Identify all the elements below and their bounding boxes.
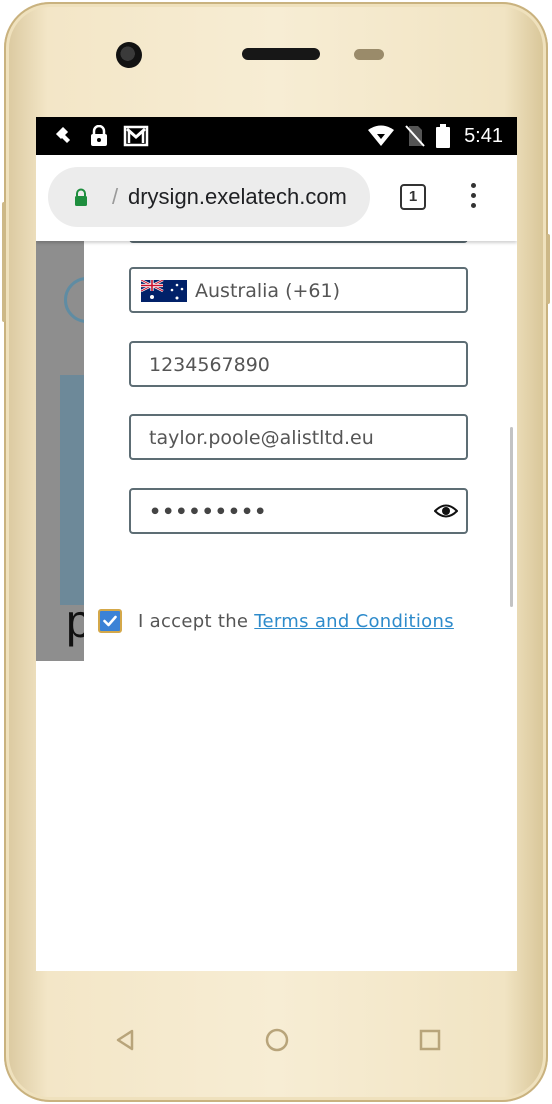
url-prefix: / <box>112 184 119 209</box>
screen: 5:41 / drysign.exelatech.com 1 p Austral… <box>36 117 517 971</box>
tab-switcher-button[interactable]: 1 <box>400 184 426 210</box>
earpiece-speaker <box>242 48 320 60</box>
country-code-value: Australia (+61) <box>195 280 341 302</box>
terms-link[interactable]: Terms and Conditions <box>254 611 454 632</box>
password-value: ••••••••• <box>149 501 268 523</box>
status-time: 5:41 <box>464 125 503 147</box>
country-code-select[interactable]: Australia (+61) <box>129 267 468 313</box>
terms-label: I accept the Terms and Conditions <box>138 607 454 637</box>
background-page-strip: p <box>36 241 84 661</box>
battery-icon <box>434 123 452 149</box>
phone-input[interactable]: 1234567890 <box>129 341 468 387</box>
background-heading-fragment: p <box>66 595 84 647</box>
web-page: p Australia (+61) 1234567890 taylor.pool… <box>36 227 517 971</box>
address-bar[interactable]: / drysign.exelatech.com <box>48 167 370 227</box>
email-input[interactable]: taylor.poole@alistltd.eu <box>129 414 468 460</box>
background-logo-ring <box>64 277 84 323</box>
australia-flag-icon <box>141 280 187 302</box>
power-button <box>546 234 550 304</box>
url-text: drysign.exelatech.com <box>128 184 347 209</box>
browser-toolbar: / drysign.exelatech.com 1 <box>36 155 517 241</box>
background-image-strip <box>60 375 84 605</box>
volume-button <box>2 202 6 322</box>
email-value: taylor.poole@alistltd.eu <box>149 427 374 449</box>
satellite-icon <box>52 123 74 149</box>
proximity-sensor <box>354 49 384 60</box>
overflow-menu-icon[interactable] <box>467 183 479 213</box>
secure-lock-icon <box>75 188 87 206</box>
home-icon[interactable] <box>264 1027 290 1053</box>
checkmark-icon <box>103 615 117 627</box>
scrollbar[interactable] <box>510 427 513 607</box>
recents-icon[interactable] <box>418 1028 442 1052</box>
front-camera <box>116 42 142 68</box>
no-sim-icon <box>404 123 426 149</box>
back-icon[interactable] <box>114 1028 136 1052</box>
lock-icon <box>88 123 110 149</box>
terms-row: I accept the Terms and Conditions <box>98 607 517 637</box>
phone-value: 1234567890 <box>149 354 270 376</box>
terms-prefix: I accept the <box>138 611 255 632</box>
signup-form: Australia (+61) 1234567890 taylor.poole@… <box>84 227 517 971</box>
terms-checkbox[interactable] <box>98 609 122 633</box>
gmail-icon <box>122 123 150 149</box>
wifi-icon <box>367 123 395 149</box>
eye-icon[interactable] <box>434 502 458 520</box>
status-bar: 5:41 <box>36 117 517 155</box>
password-input[interactable]: ••••••••• <box>129 488 468 534</box>
